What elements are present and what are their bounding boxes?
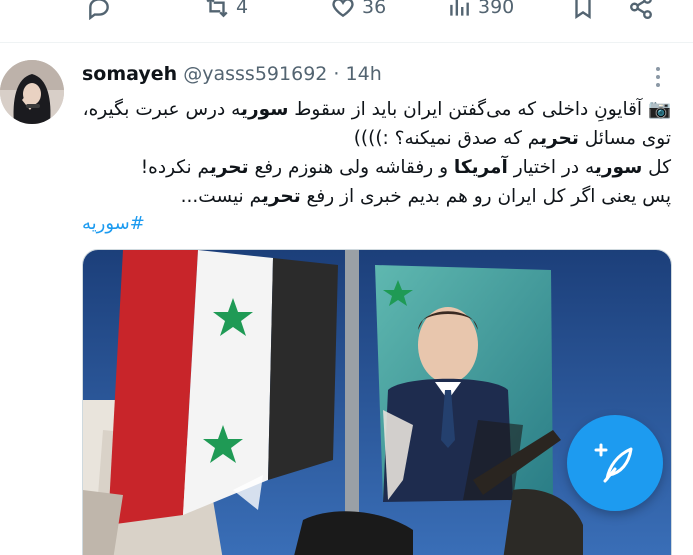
timestamp[interactable]: 14h <box>346 63 382 85</box>
like-button[interactable]: 36 <box>330 0 386 20</box>
hashtag-link[interactable]: #سوریه <box>82 213 145 234</box>
like-count: 36 <box>362 0 387 18</box>
avatar[interactable] <box>0 60 64 124</box>
more-options-button[interactable] <box>650 67 666 91</box>
previous-tweet-action-bar: 4 36 390 <box>0 0 693 36</box>
views-button[interactable]: 390 <box>446 0 514 20</box>
tweet-header: somayeh @yasss591692 · 14h <box>82 63 382 85</box>
tweet-media-photo[interactable] <box>82 249 672 555</box>
retweet-count: 4 <box>236 0 249 18</box>
heart-icon <box>332 0 354 18</box>
tweet-text-line-3: کل سوریه در اختیار آمریکا و رفقاشه ولی ه… <box>140 157 671 178</box>
header-separator: · <box>333 63 340 85</box>
display-name[interactable]: somayeh <box>82 63 177 85</box>
bookmark-button[interactable] <box>570 0 596 20</box>
bookmark-icon <box>575 0 591 19</box>
compose-tweet-button[interactable] <box>567 415 663 511</box>
share-button[interactable] <box>628 0 654 20</box>
view-count: 390 <box>478 0 515 18</box>
compose-feather-plus-icon <box>594 443 633 483</box>
more-dots-icon <box>650 67 666 87</box>
reply-button[interactable] <box>86 0 112 20</box>
share-icon <box>630 0 652 20</box>
tweet-text-line-2: توی مسائل تحریم که صدق نمیکنه؟ :)))) <box>353 128 671 149</box>
tweet-text: 📷 آقایونِ داخلی که می‌گفتن ایران باید از… <box>71 95 671 211</box>
tweet-text-line-4: پس یعنی اگر کل ایران رو هم بدیم خبری از … <box>180 186 671 207</box>
retweet-button[interactable]: 4 <box>204 0 248 20</box>
photo-syrian-flag-and-torn-poster <box>83 250 671 555</box>
reply-icon <box>89 0 109 20</box>
avatar-image <box>0 60 64 124</box>
tweet-text-line-1: 📷 آقایونِ داخلی که می‌گفتن ایران باید از… <box>82 99 671 120</box>
user-handle[interactable]: @yasss591692 <box>183 63 327 85</box>
retweet-icon <box>206 0 228 18</box>
views-icon <box>450 0 469 16</box>
